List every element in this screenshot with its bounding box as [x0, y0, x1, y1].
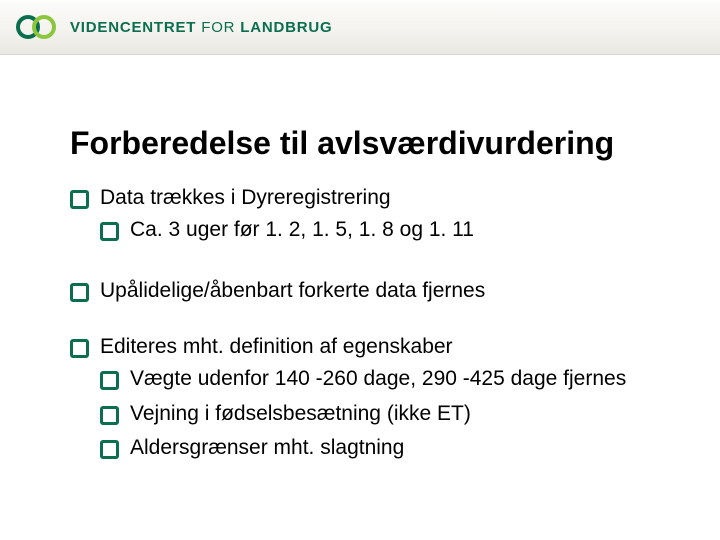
- sub-list: Vægte udenfor 140 -260 dage, 290 -425 da…: [100, 365, 650, 462]
- list-item: Ca. 3 uger før 1. 2, 1. 5, 1. 8 og 1. 11: [100, 216, 650, 244]
- two-rings-icon: [14, 13, 60, 41]
- bullet-text: Upålidelige/åbenbart forkerte data fjern…: [100, 279, 485, 302]
- list-item: Editeres mht. definition af egenskaber V…: [70, 333, 650, 462]
- list-item: Aldersgrænser mht. slagtning: [100, 434, 650, 462]
- slide-content: Forberedelse til avlsværdivurdering Data…: [0, 55, 720, 462]
- list-item: Upålidelige/åbenbart forkerte data fjern…: [70, 277, 650, 305]
- brand-text: VIDENCENTRET FOR LANDBRUG: [70, 19, 333, 36]
- logo: VIDENCENTRET FOR LANDBRUG: [14, 13, 333, 41]
- bullet-list: Upålidelige/åbenbart forkerte data fjern…: [70, 277, 650, 305]
- header-bar: VIDENCENTRET FOR LANDBRUG: [0, 0, 720, 55]
- bullet-text: Aldersgrænser mht. slagtning: [130, 436, 404, 459]
- bullet-list: Editeres mht. definition af egenskaber V…: [70, 333, 650, 462]
- list-item: Vægte udenfor 140 -260 dage, 290 -425 da…: [100, 365, 650, 393]
- list-item: Vejning i fødselsbesætning (ikke ET): [100, 400, 650, 428]
- bullet-text: Vægte udenfor 140 -260 dage, 290 -425 da…: [130, 367, 626, 390]
- bullet-text: Ca. 3 uger før 1. 2, 1. 5, 1. 8 og 1. 11: [130, 218, 474, 241]
- brand-part-3: LANDBRUG: [240, 19, 332, 36]
- bullet-text: Editeres mht. definition af egenskaber: [100, 335, 453, 358]
- slide-title: Forberedelse til avlsværdivurdering: [70, 125, 650, 162]
- brand-part-1: VIDENCENTRET: [70, 19, 196, 36]
- bullet-text: Data trækkes i Dyreregistrering: [100, 186, 391, 209]
- list-item: Data trækkes i Dyreregistrering Ca. 3 ug…: [70, 184, 650, 245]
- brand-part-2: FOR: [196, 19, 240, 36]
- bullet-list: Data trækkes i Dyreregistrering Ca. 3 ug…: [70, 184, 650, 245]
- sub-list: Ca. 3 uger før 1. 2, 1. 5, 1. 8 og 1. 11: [100, 216, 650, 244]
- bullet-text: Vejning i fødselsbesætning (ikke ET): [130, 402, 471, 425]
